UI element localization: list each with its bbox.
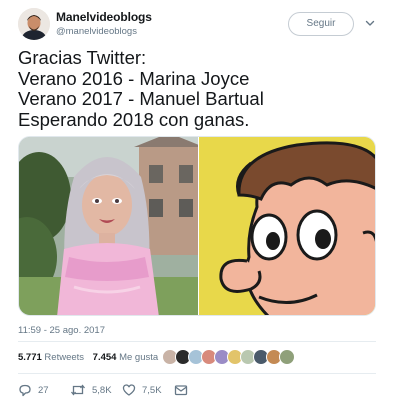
heart-icon: [122, 384, 136, 396]
avatar[interactable]: [18, 8, 50, 40]
tweet-line: Verano 2017 - Manuel Bartual: [18, 88, 264, 109]
liker-avatar[interactable]: [279, 349, 295, 365]
tweet-line: Esperando 2018 con ganas.: [18, 108, 250, 130]
envelope-icon: [174, 385, 188, 396]
like-count: 7,5K: [142, 384, 162, 396]
divider: [18, 341, 376, 342]
tweet-timestamp[interactable]: 11:59 - 25 ago. 2017: [18, 325, 105, 336]
reply-icon: [19, 384, 31, 397]
avatar-image: [18, 8, 50, 40]
direct-message-button[interactable]: [174, 382, 194, 398]
likes-stat[interactable]: 7.454 Me gusta: [93, 352, 159, 363]
retweets-count: 5.771: [18, 352, 42, 363]
tweet-media[interactable]: [18, 136, 376, 316]
likes-label: Me gusta: [119, 352, 159, 363]
tweet-text: Gracias Twitter: Verano 2016 - Marina Jo…: [18, 47, 388, 130]
retweet-button[interactable]: 5,8K: [70, 382, 112, 398]
tweet-line: Gracias Twitter:: [18, 47, 147, 68]
follow-button[interactable]: Seguir: [288, 12, 354, 36]
cartoon-image[interactable]: [199, 137, 375, 315]
username[interactable]: @manelvideoblogs: [56, 26, 137, 37]
likes-count: 7.454: [92, 352, 117, 363]
like-button[interactable]: 7,5K: [122, 382, 162, 398]
display-name[interactable]: Manelvideoblogs: [56, 10, 152, 24]
retweets-label: Retweets: [44, 352, 85, 363]
chevron-down-icon[interactable]: [364, 17, 376, 29]
tweet-line: Verano 2016 - Marina Joyce: [18, 67, 250, 89]
tweet-card: Manelvideoblogs @manelvideoblogs Seguir …: [0, 0, 400, 417]
reply-button[interactable]: 27: [18, 382, 49, 398]
reply-count: 27: [38, 384, 49, 396]
retweets-stat[interactable]: 5.771 Retweets: [18, 352, 84, 363]
engagement-stats: 5.771 Retweets 7.454 Me gusta: [18, 352, 164, 368]
retweet-count: 5,8K: [92, 384, 112, 396]
retweet-icon: [70, 384, 86, 396]
divider: [18, 373, 376, 374]
photo-girl[interactable]: [19, 137, 204, 315]
